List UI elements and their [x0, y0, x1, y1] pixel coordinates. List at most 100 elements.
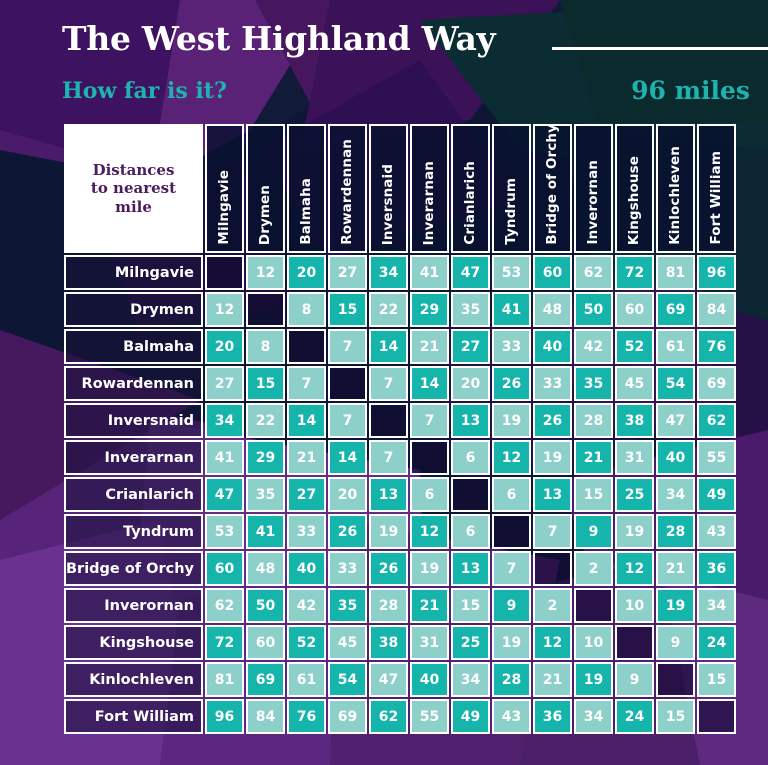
matrix-cell: 15 [327, 292, 367, 327]
matrix-cell: 45 [327, 625, 367, 660]
matrix-cell: 13 [450, 551, 490, 586]
matrix-cell: 24 [696, 625, 736, 660]
matrix-cell: 96 [696, 255, 736, 290]
matrix-cell-diagonal [450, 477, 490, 512]
matrix-cell-diagonal [204, 255, 244, 290]
matrix-cell: 8 [245, 329, 285, 364]
matrix-cell: 9 [573, 514, 613, 549]
matrix-cell: 12 [614, 551, 654, 586]
table-row: Kinlochleven 81 69 61 54 47 40 34 28 21 19 9 15 [64, 662, 736, 697]
matrix-cell: 6 [409, 477, 449, 512]
column-header-label: Inversnaid [379, 163, 396, 245]
column-header-label: Balmaha [297, 178, 314, 245]
matrix-cell: 69 [696, 366, 736, 401]
matrix-cell: 41 [245, 514, 285, 549]
matrix-cell: 41 [204, 440, 244, 475]
matrix-cell: 47 [450, 255, 490, 290]
column-header-inversnaid: Inversnaid [368, 124, 408, 253]
matrix-cell-diagonal [491, 514, 531, 549]
matrix-cell: 96 [204, 699, 244, 734]
matrix-cell-diagonal [409, 440, 449, 475]
matrix-corner-label: Distances to nearest mile [64, 124, 203, 253]
matrix-cell: 28 [573, 403, 613, 438]
matrix-cell: 21 [532, 662, 572, 697]
table-row: Drymen 12 8 15 22 29 35 41 48 50 60 69 84 [64, 292, 736, 327]
column-header-label: Rowardennan [338, 139, 355, 245]
matrix-cell: 7 [532, 514, 572, 549]
row-header-fort-william: Fort William [64, 699, 203, 734]
matrix-cell: 40 [655, 440, 695, 475]
matrix-cell: 47 [204, 477, 244, 512]
matrix-cell: 60 [532, 255, 572, 290]
matrix-cell: 26 [327, 514, 367, 549]
row-header-kinlochleven: Kinlochleven [64, 662, 203, 697]
matrix-cell: 8 [286, 292, 326, 327]
matrix-cell: 19 [532, 440, 572, 475]
column-header-balmaha: Balmaha [286, 124, 326, 253]
column-header-label: Crianlarich [461, 161, 478, 245]
matrix-cell: 36 [532, 699, 572, 734]
table-row: Tyndrum 53 41 33 26 19 12 6 7 9 19 28 43 [64, 514, 736, 549]
page-root: The West Highland Way How far is it? 96 … [0, 0, 768, 765]
table-row: Inverornan 62 50 42 35 28 21 15 9 2 10 19 34 [64, 588, 736, 623]
matrix-cell: 7 [368, 366, 408, 401]
table-row: Bridge of Orchy 60 48 40 33 26 19 13 7 2 12 21 36 [64, 551, 736, 586]
row-header-inverarnan: Inverarnan [64, 440, 203, 475]
matrix-cell: 60 [245, 625, 285, 660]
column-header-label: Tyndrum [502, 178, 519, 245]
matrix-cell: 81 [655, 255, 695, 290]
matrix-cell: 9 [491, 588, 531, 623]
matrix-cell-diagonal [327, 366, 367, 401]
matrix-cell: 47 [368, 662, 408, 697]
matrix-cell: 40 [532, 329, 572, 364]
matrix-cell: 19 [409, 551, 449, 586]
column-header-label: Milngavie [215, 170, 232, 245]
matrix-cell: 22 [368, 292, 408, 327]
matrix-cell: 84 [696, 292, 736, 327]
matrix-cell: 7 [368, 440, 408, 475]
column-header-inverornan: Inverornan [573, 124, 613, 253]
row-header-bridge-of-orchy: Bridge of Orchy [64, 551, 203, 586]
matrix-cell: 14 [409, 366, 449, 401]
matrix-cell: 22 [245, 403, 285, 438]
matrix-cell: 76 [696, 329, 736, 364]
matrix-cell: 21 [286, 440, 326, 475]
table-row: Milngavie 12 20 27 34 41 47 53 60 62 72 81 96 [64, 255, 736, 290]
corner-line-3: mile [115, 197, 152, 216]
corner-line-2: to nearest [90, 179, 177, 198]
matrix-cell: 7 [409, 403, 449, 438]
matrix-cell: 61 [655, 329, 695, 364]
matrix-cell: 54 [327, 662, 367, 697]
matrix-cell: 21 [573, 440, 613, 475]
column-header-drymen: Drymen [245, 124, 285, 253]
matrix-cell: 60 [614, 292, 654, 327]
matrix-cell: 35 [450, 292, 490, 327]
matrix-cell: 12 [245, 255, 285, 290]
matrix-cell: 53 [204, 514, 244, 549]
matrix-cell: 27 [286, 477, 326, 512]
matrix-cell: 7 [327, 329, 367, 364]
matrix-head: Distances to nearest mile Milngavie Dryme… [64, 124, 736, 253]
matrix-cell: 60 [204, 551, 244, 586]
total-distance: 96 miles [631, 76, 750, 105]
matrix-cell: 34 [450, 662, 490, 697]
matrix-cell: 50 [573, 292, 613, 327]
row-header-tyndrum: Tyndrum [64, 514, 203, 549]
subtitle-row: How far is it? 96 miles [62, 76, 750, 108]
matrix-cell: 40 [409, 662, 449, 697]
matrix-cell: 13 [532, 477, 572, 512]
table-row: Balmaha 20 8 7 14 21 27 33 40 42 52 61 76 [64, 329, 736, 364]
matrix-cell: 6 [450, 514, 490, 549]
matrix-cell: 12 [532, 625, 572, 660]
matrix-cell: 35 [573, 366, 613, 401]
matrix-cell: 20 [286, 255, 326, 290]
table-row: Fort William 96 84 76 69 62 55 49 43 36 34 24 15 [64, 699, 736, 734]
column-header-label: Kinlochleven [666, 146, 683, 245]
matrix-cell: 49 [696, 477, 736, 512]
matrix-cell: 28 [368, 588, 408, 623]
matrix-cell: 19 [614, 514, 654, 549]
column-header-label: Kingshouse [625, 155, 642, 245]
matrix-cell: 10 [573, 625, 613, 660]
row-header-balmaha: Balmaha [64, 329, 203, 364]
matrix-cell: 52 [286, 625, 326, 660]
